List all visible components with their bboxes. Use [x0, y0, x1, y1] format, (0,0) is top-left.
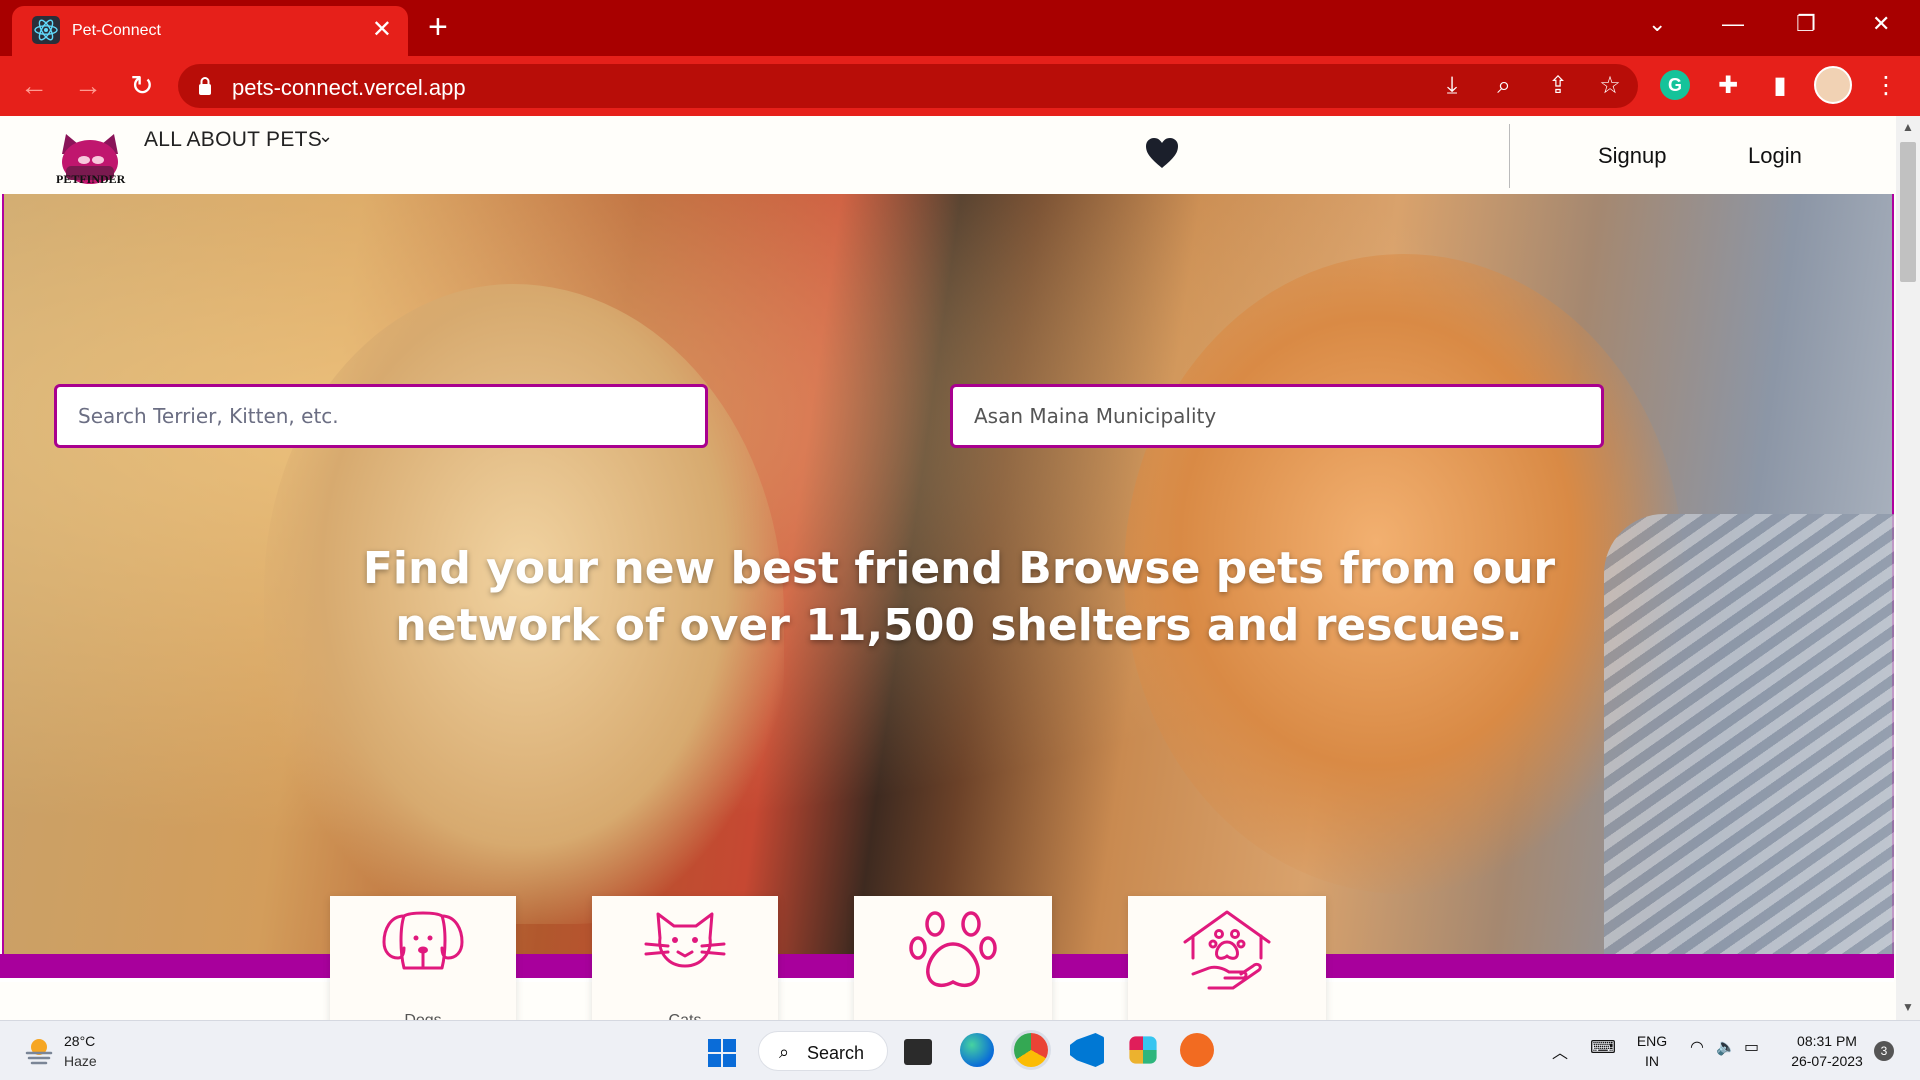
web-page: PETFINDER ALL ABOUT PETS ⌄ Signup Login …: [0, 116, 1896, 1020]
address-bar[interactable]: pets-connect.vercel.app: [178, 64, 1638, 108]
signup-link[interactable]: Signup: [1598, 143, 1667, 169]
site-header: PETFINDER ALL ABOUT PETS ⌄ Signup Login: [0, 116, 1896, 194]
all-about-pets-menu[interactable]: ALL ABOUT PETS: [144, 128, 322, 152]
windows-taskbar: 28°C Haze ⌕ Search ︿ ⌨ ENG IN ◠ 🔈 ▭ 08:3…: [0, 1020, 1920, 1080]
taskbar-search[interactable]: ⌕ Search: [758, 1031, 888, 1071]
shelter-icon: [1183, 910, 1271, 990]
new-tab-button[interactable]: +: [428, 10, 448, 44]
zoom-icon[interactable]: ⌕: [1486, 68, 1522, 104]
wifi-icon[interactable]: ◠: [1690, 1037, 1704, 1057]
profile-avatar[interactable]: [1814, 66, 1852, 104]
show-hidden-icons-icon[interactable]: ︿: [1552, 1039, 1568, 1063]
edge-icon[interactable]: [960, 1033, 994, 1067]
page-scrollbar[interactable]: ▲ ▼: [1896, 116, 1920, 1020]
category-card-shelters[interactable]: [1128, 896, 1326, 1020]
battery-icon[interactable]: ▭: [1744, 1037, 1759, 1057]
weather-temperature: 28°C: [64, 1033, 96, 1049]
postman-icon[interactable]: [1180, 1033, 1214, 1067]
location-box[interactable]: [950, 384, 1604, 448]
slack-icon[interactable]: [1129, 1036, 1157, 1064]
header-divider: [1509, 124, 1510, 188]
minimize-button[interactable]: —: [1722, 12, 1744, 36]
category-label-dogs: Dogs: [330, 1012, 516, 1020]
browser-tab-strip: Pet-Connect ✕ + ⌄ — ❐ ✕: [0, 0, 1920, 56]
pet-search-box[interactable]: [54, 384, 708, 448]
clock-time[interactable]: 08:31 PM: [1782, 1033, 1872, 1049]
heart-icon[interactable]: [1144, 136, 1180, 170]
vscode-icon[interactable]: [1070, 1033, 1104, 1067]
clock-date[interactable]: 26-07-2023: [1782, 1053, 1872, 1069]
back-arrow-icon[interactable]: ←: [16, 68, 52, 104]
share-icon[interactable]: ⇪: [1540, 68, 1576, 104]
category-card-dogs[interactable]: Dogs: [330, 896, 516, 1020]
notification-badge[interactable]: 3: [1874, 1041, 1894, 1061]
windows-start-icon[interactable]: [708, 1039, 736, 1067]
forward-arrow-icon[interactable]: →: [70, 68, 106, 104]
kebab-menu-icon[interactable]: ⋮: [1868, 68, 1904, 104]
search-icon: ⌕: [779, 1042, 790, 1062]
extensions-puzzle-icon[interactable]: ✚: [1710, 68, 1746, 104]
login-link[interactable]: Login: [1748, 143, 1802, 169]
language-indicator[interactable]: ENG: [1634, 1033, 1670, 1049]
url-text: pets-connect.vercel.app: [232, 75, 466, 100]
chevron-down-icon[interactable]: ⌄: [318, 126, 333, 147]
lock-icon: [199, 77, 211, 95]
close-window-button[interactable]: ✕: [1872, 12, 1890, 36]
browser-toolbar: ← → ↻ pets-connect.vercel.app ⤓ ⌕ ⇪ ☆ G …: [0, 56, 1920, 116]
restore-button[interactable]: ❐: [1796, 12, 1816, 36]
scroll-up-arrow-icon[interactable]: ▲: [1896, 120, 1920, 134]
chrome-icon[interactable]: [1014, 1033, 1048, 1067]
tab-title: Pet-Connect: [72, 22, 161, 39]
close-tab-icon[interactable]: ✕: [372, 16, 392, 44]
pet-search-input[interactable]: [57, 387, 705, 445]
category-card-cats[interactable]: Cats: [592, 896, 778, 1020]
dog-icon: [382, 911, 464, 970]
react-icon: [32, 16, 60, 44]
browser-tab[interactable]: Pet-Connect ✕: [12, 6, 408, 56]
paw-icon: [909, 911, 997, 988]
logo-text: PETFINDER: [56, 172, 126, 186]
side-panel-icon[interactable]: ▮: [1762, 68, 1798, 104]
scrollbar-thumb[interactable]: [1900, 142, 1916, 282]
hero-banner: Find your new best friend Browse pets fr…: [2, 194, 1894, 954]
category-label-cats: Cats: [592, 1012, 778, 1020]
scroll-down-arrow-icon[interactable]: ▼: [1896, 1000, 1920, 1014]
volume-icon[interactable]: 🔈: [1716, 1037, 1736, 1057]
category-card-other-animals[interactable]: [854, 896, 1052, 1020]
task-view-icon[interactable]: [904, 1039, 932, 1065]
grammarly-extension-icon[interactable]: G: [1660, 70, 1690, 100]
haze-weather-icon[interactable]: [24, 1035, 54, 1065]
weather-description: Haze: [64, 1053, 97, 1069]
taskbar-search-label: Search: [807, 1043, 865, 1063]
keyboard-layout-icon[interactable]: ⌨: [1590, 1037, 1616, 1058]
cat-icon: [644, 912, 726, 968]
hero-photo-sweater: [1604, 514, 1894, 954]
install-app-icon[interactable]: ⤓: [1434, 68, 1470, 104]
bookmark-star-icon[interactable]: ☆: [1592, 68, 1628, 104]
region-indicator[interactable]: IN: [1634, 1053, 1670, 1069]
reload-icon[interactable]: ↻: [124, 68, 160, 104]
tab-list-chevron-icon[interactable]: ⌄: [1648, 12, 1666, 36]
hero-heading: Find your new best friend Browse pets fr…: [362, 543, 1556, 651]
location-input[interactable]: [953, 387, 1601, 445]
